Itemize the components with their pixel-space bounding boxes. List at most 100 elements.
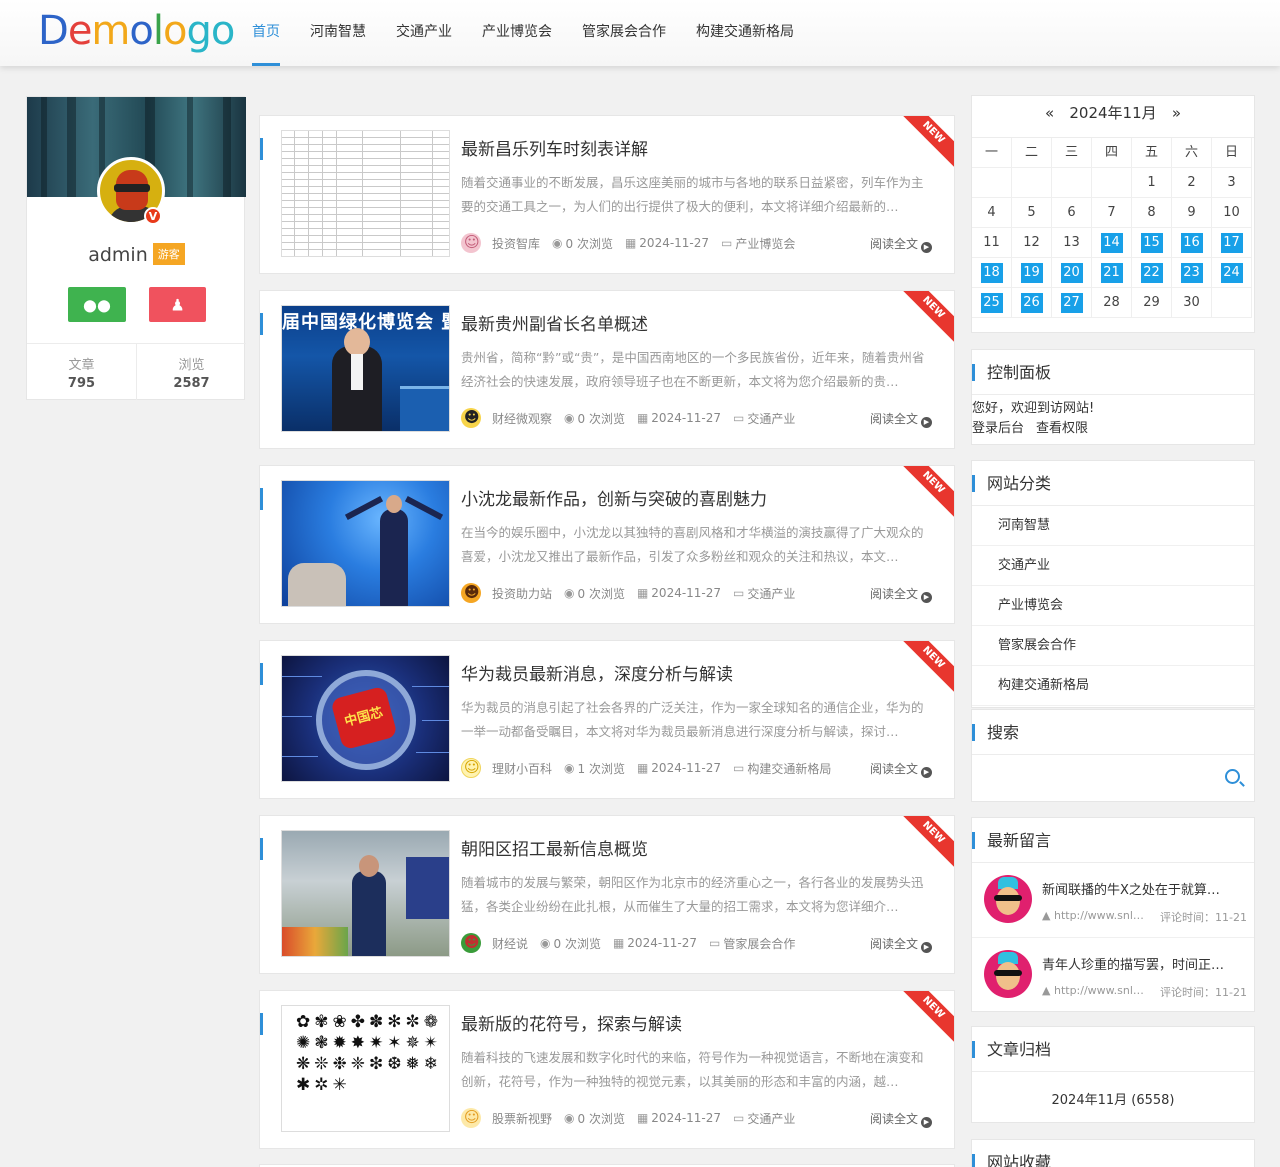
read-more-link[interactable]: 阅读全文 ▶ (870, 235, 932, 253)
comment-text[interactable]: 青年人珍重的描写罢，时间正… (1042, 954, 1242, 973)
calendar-day-link[interactable]: 19 (1020, 263, 1043, 283)
view-permissions-link[interactable]: 查看权限 (1036, 421, 1088, 436)
calendar-day[interactable]: 27 (1052, 288, 1092, 318)
calendar-day[interactable]: 4 (972, 198, 1012, 228)
article-card[interactable]: 届中国绿化博览会 暨会… 最新贵州副省长名单概述 贵州省，简称“黔”或“贵”，是… (259, 290, 955, 449)
article-title[interactable]: 最新贵州副省长名单概述 (461, 310, 648, 335)
calendar-day[interactable]: 18 (972, 258, 1012, 288)
calendar-day-link[interactable]: 17 (1220, 233, 1243, 253)
article-title[interactable]: 朝阳区招工最新信息概览 (461, 835, 648, 860)
read-more-link[interactable]: 阅读全文 ▶ (870, 1110, 932, 1128)
article-author[interactable]: 理财小百科 (492, 760, 552, 777)
article-title[interactable]: 华为裁员最新消息，深度分析与解读 (461, 660, 733, 685)
nav-item-new-pattern[interactable]: 构建交通新格局 (696, 0, 794, 66)
article-author[interactable]: 财经微观察 (492, 410, 552, 427)
article-thumbnail[interactable]: ✿✾❀✤✽✻✼❁✺❃✹✸✷✶✵✴❋❊❉❈❇❆❅❄✱✲✳ (281, 1005, 450, 1132)
article-card[interactable]: ✿✾❀✤✽✻✼❁✺❃✹✸✷✶✵✴❋❊❉❈❇❆❅❄✱✲✳ 最新版的花符号，探索与解… (259, 990, 955, 1149)
calendar-day[interactable]: 14 (1092, 228, 1132, 258)
calendar-day[interactable]: 17 (1212, 228, 1252, 258)
stat-views[interactable]: 浏览 2587 (136, 344, 246, 400)
calendar-day[interactable]: 8 (1132, 198, 1172, 228)
article-category[interactable]: 交通产业 (747, 585, 795, 602)
search-icon[interactable] (1225, 769, 1240, 784)
comment-url[interactable]: http://www.snlan… (1054, 984, 1150, 1000)
calendar-day[interactable]: 7 (1092, 198, 1132, 228)
calendar-day-link[interactable]: 27 (1060, 293, 1083, 313)
calendar-day[interactable]: 29 (1132, 288, 1172, 318)
article-card[interactable]: 最新昌乐列车时刻表详解 随着交通事业的不断发展，昌乐这座美丽的城市与各地的联系日… (259, 115, 955, 274)
calendar-day[interactable]: 19 (1012, 258, 1052, 288)
article-card[interactable]: 小沈龙最新作品，创新与突破的喜剧魅力 在当今的娱乐圈中，小沈龙以其独特的喜剧风格… (259, 465, 955, 624)
calendar-day-link[interactable]: 26 (1020, 293, 1043, 313)
calendar-day[interactable]: 15 (1132, 228, 1172, 258)
calendar-day[interactable]: 11 (972, 228, 1012, 258)
calendar-day-link[interactable]: 18 (980, 263, 1003, 283)
search-input[interactable] (972, 755, 1254, 801)
comment-item[interactable]: 青年人珍重的描写罢，时间正… ▲ http://www.snlan… 评论时间：1… (972, 938, 1254, 1013)
calendar-day[interactable]: 6 (1052, 198, 1092, 228)
article-title[interactable]: 最新昌乐列车时刻表详解 (461, 135, 648, 160)
calendar-day[interactable]: 5 (1012, 198, 1052, 228)
calendar-next-button[interactable]: » (1161, 96, 1191, 130)
comment-text[interactable]: 新闻联播的牛X之处在于就算… (1042, 879, 1242, 898)
category-link[interactable]: 构建交通新格局 (972, 666, 1254, 706)
read-more-link[interactable]: 阅读全文 ▶ (870, 585, 932, 603)
read-more-link[interactable]: 阅读全文 ▶ (870, 935, 932, 953)
calendar-prev-button[interactable]: « (1035, 96, 1065, 130)
read-more-link[interactable]: 阅读全文 ▶ (870, 760, 932, 778)
article-title[interactable]: 最新版的花符号，探索与解读 (461, 1010, 682, 1035)
article-card[interactable]: 朝阳区招工最新信息概览 随着城市的发展与繁荣，朝阳区作为北京市的经济重心之一，各… (259, 815, 955, 974)
article-author[interactable]: 财经说 (492, 935, 528, 952)
wechat-button[interactable]: ●● (68, 287, 126, 322)
article-author[interactable]: 投资助力站 (492, 585, 552, 602)
article-category[interactable]: 产业博览会 (735, 235, 795, 252)
category-link[interactable]: 交通产业 (972, 546, 1254, 586)
calendar-day-link[interactable]: 16 (1180, 233, 1203, 253)
qq-button[interactable]: ♟ (149, 287, 206, 322)
calendar-day-link[interactable]: 20 (1060, 263, 1083, 283)
article-category[interactable]: 交通产业 (747, 410, 795, 427)
calendar-day[interactable]: 26 (1012, 288, 1052, 318)
archive-link[interactable]: 2024年11月 (6558) (972, 1072, 1254, 1130)
calendar-day[interactable]: 10 (1212, 198, 1252, 228)
calendar-day[interactable]: 25 (972, 288, 1012, 318)
nav-item-home[interactable]: 首页 (252, 0, 280, 66)
nav-item-henan[interactable]: 河南智慧 (310, 0, 366, 66)
article-category[interactable]: 交通产业 (747, 1110, 795, 1127)
stat-articles[interactable]: 文章 795 (27, 344, 136, 400)
calendar-day-link[interactable]: 15 (1140, 233, 1163, 253)
article-category[interactable]: 构建交通新格局 (747, 760, 831, 777)
calendar-day[interactable]: 24 (1212, 258, 1252, 288)
article-thumbnail[interactable]: 届中国绿化博览会 暨会… (281, 305, 450, 432)
site-logo[interactable]: Demologo (38, 8, 235, 54)
nav-item-expo[interactable]: 产业博览会 (482, 0, 552, 66)
category-link[interactable]: 管家展会合作 (972, 626, 1254, 666)
article-author[interactable]: 投资智库 (492, 235, 540, 252)
article-author[interactable]: 股票新视野 (492, 1110, 552, 1127)
calendar-day[interactable]: 13 (1052, 228, 1092, 258)
calendar-day-link[interactable]: 22 (1140, 263, 1163, 283)
calendar-day[interactable]: 20 (1052, 258, 1092, 288)
calendar-day[interactable]: 22 (1132, 258, 1172, 288)
article-card[interactable]: 中国芯 华为裁员最新消息，深度分析与解读 华为裁员的消息引起了社会各界的广泛关注… (259, 640, 955, 799)
calendar-day[interactable]: 16 (1172, 228, 1212, 258)
article-title[interactable]: 小沈龙最新作品，创新与突破的喜剧魅力 (461, 485, 767, 510)
comment-item[interactable]: 新闻联播的牛X之处在于就算… ▲ http://www.snlan… 评论时间：1… (972, 863, 1254, 938)
calendar-day-link[interactable]: 21 (1100, 263, 1123, 283)
calendar-day-link[interactable]: 24 (1220, 263, 1243, 283)
calendar-day[interactable]: 21 (1092, 258, 1132, 288)
article-thumbnail[interactable] (281, 480, 450, 607)
calendar-day[interactable]: 2 (1172, 168, 1212, 198)
calendar-day[interactable]: 3 (1212, 168, 1252, 198)
article-thumbnail[interactable] (281, 130, 450, 257)
article-category[interactable]: 管家展会合作 (723, 935, 795, 952)
calendar-day[interactable]: 28 (1092, 288, 1132, 318)
calendar-day[interactable]: 9 (1172, 198, 1212, 228)
article-thumbnail[interactable] (281, 830, 450, 957)
calendar-day-link[interactable]: 23 (1180, 263, 1203, 283)
article-thumbnail[interactable]: 中国芯 (281, 655, 450, 782)
nav-item-transport[interactable]: 交通产业 (396, 0, 452, 66)
calendar-day[interactable]: 12 (1012, 228, 1052, 258)
calendar-day-link[interactable]: 25 (980, 293, 1003, 313)
comment-url[interactable]: http://www.snlan… (1054, 909, 1150, 925)
